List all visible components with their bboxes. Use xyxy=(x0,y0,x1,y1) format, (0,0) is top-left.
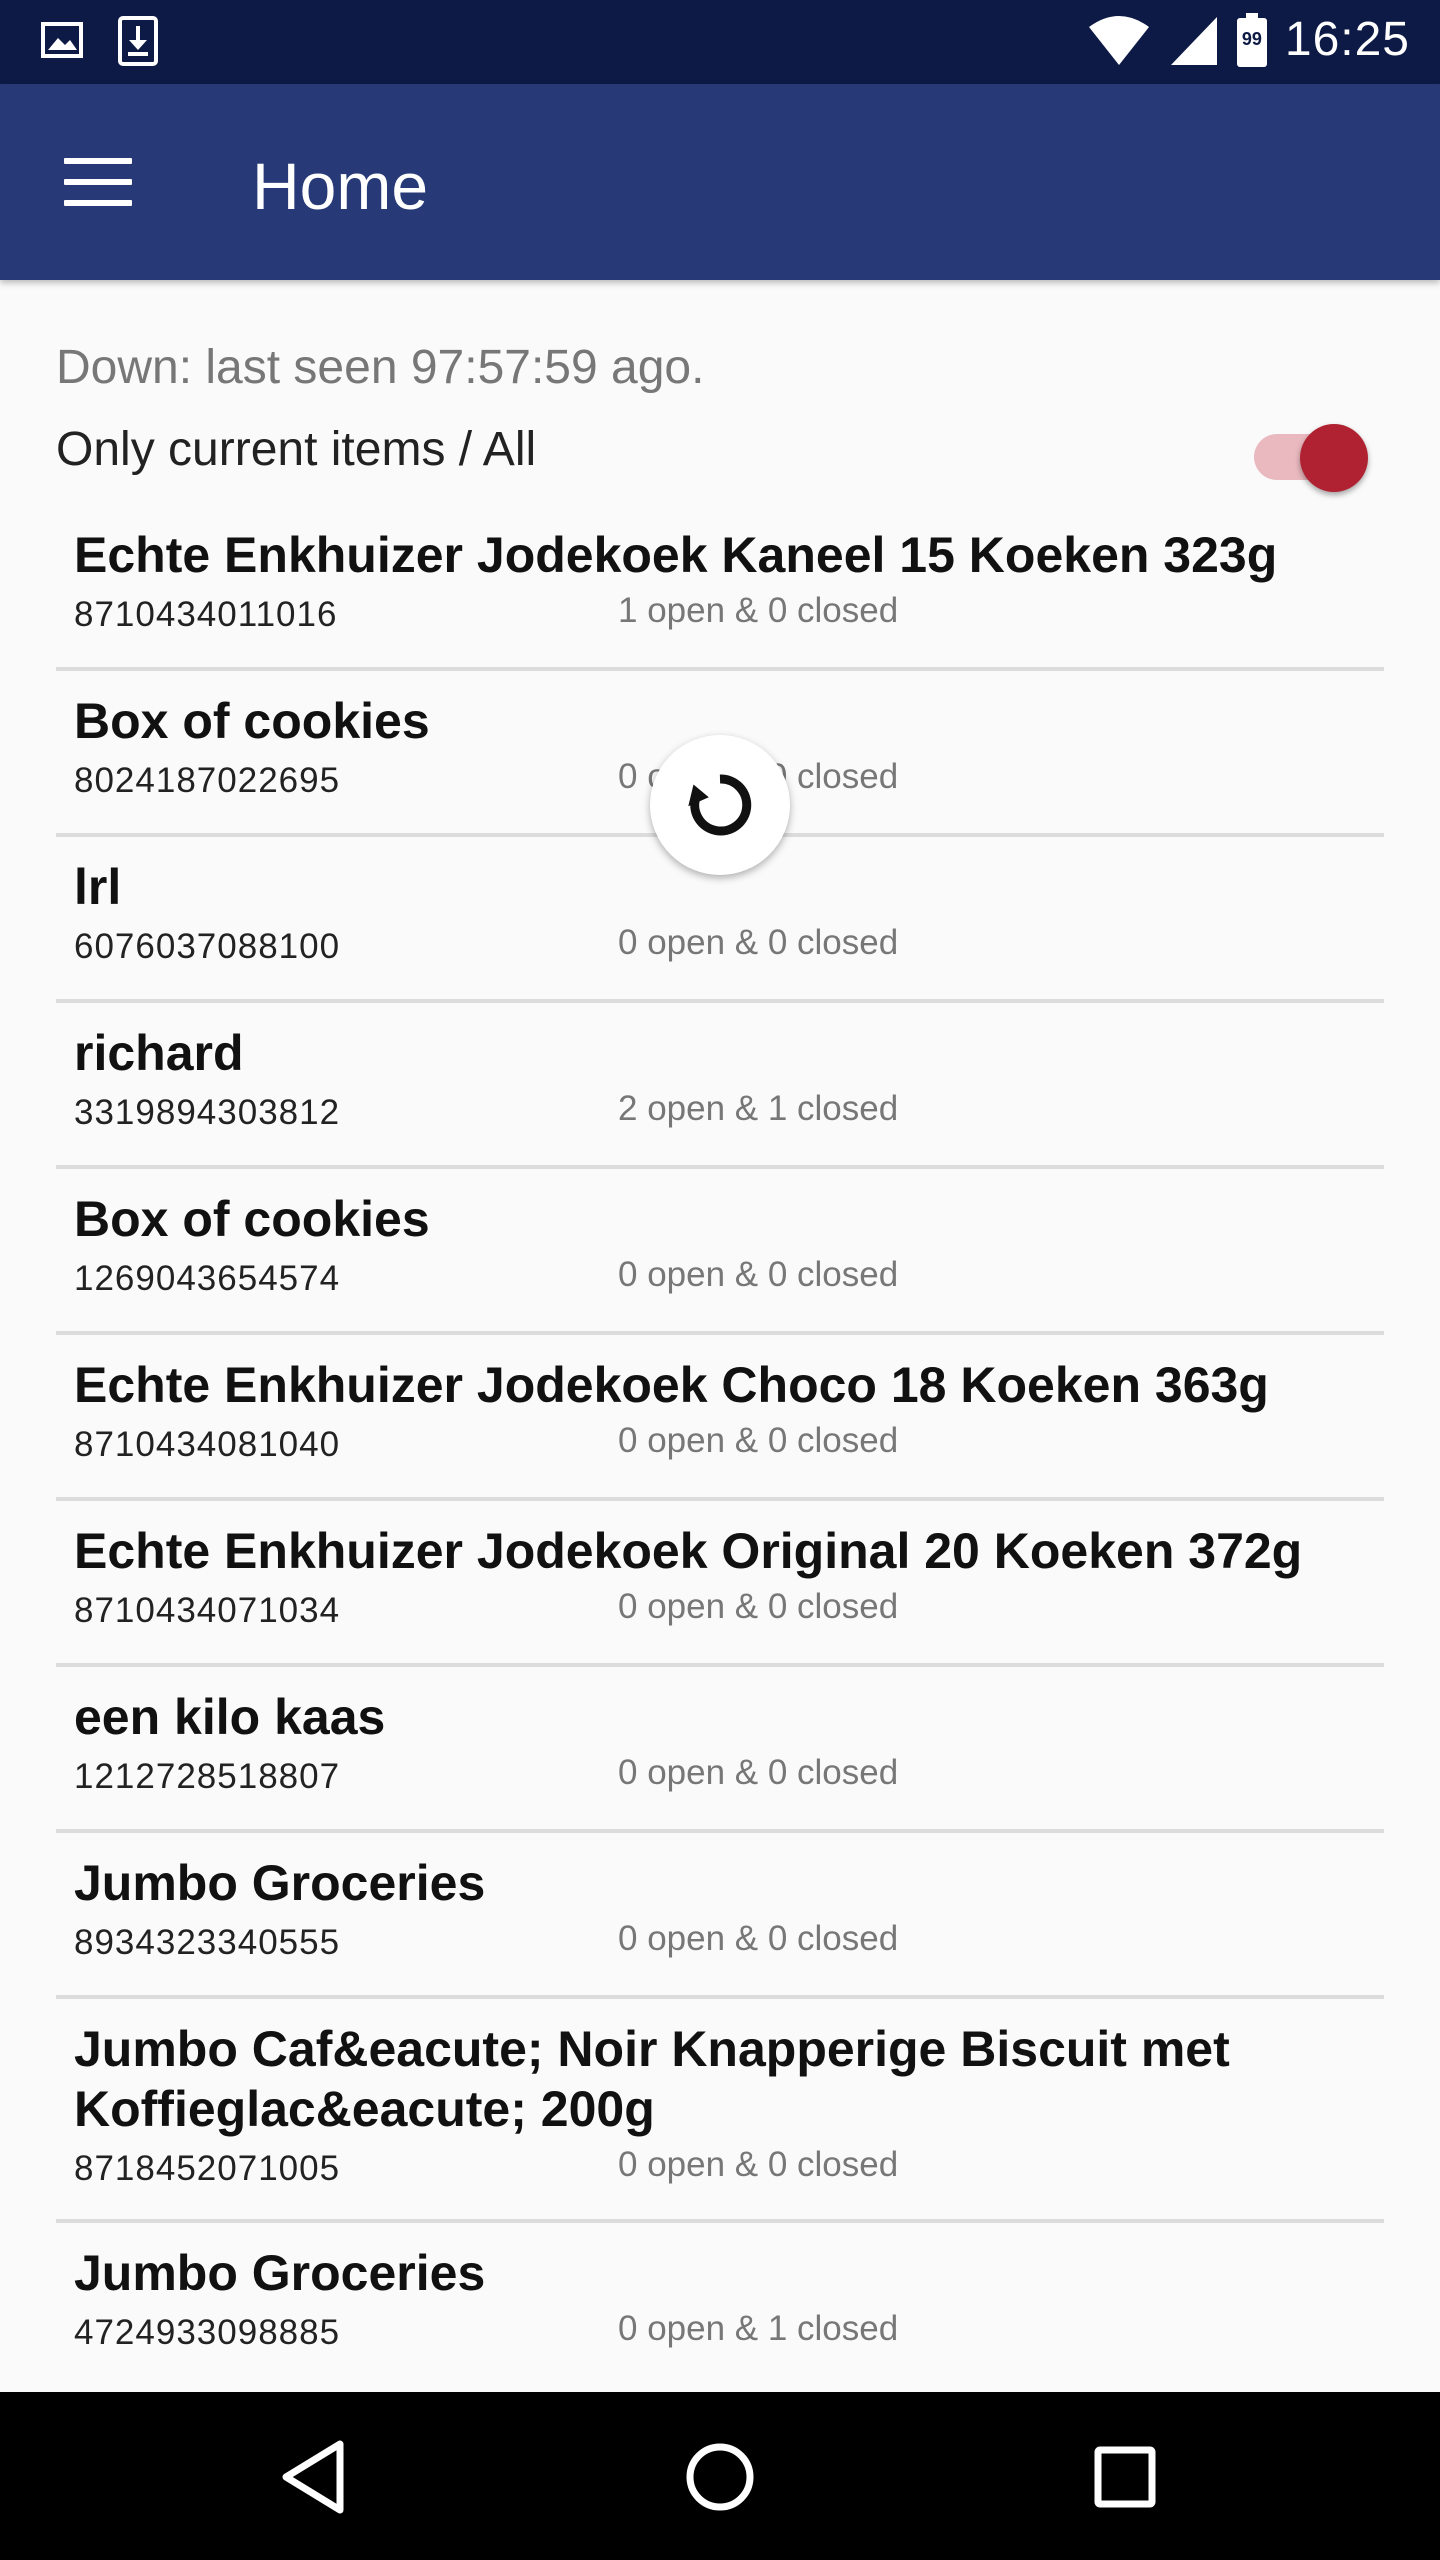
list-item[interactable]: Echte Enkhuizer Jodekoek Original 20 Koe… xyxy=(56,1501,1384,1667)
filter-label: Only current items / All xyxy=(56,423,537,476)
battery-icon: 99 xyxy=(1236,12,1267,67)
item-count: 0 open & 0 closed xyxy=(618,1421,899,1460)
item-name: Jumbo Groceries xyxy=(74,2245,486,2301)
download-icon xyxy=(118,16,158,66)
item-barcode: 1212728518807 xyxy=(74,1757,341,1796)
item-barcode: 8718452071005 xyxy=(74,2149,341,2188)
refresh-indicator xyxy=(650,735,790,875)
list-item[interactable]: Box of cookies 1269043654574 0 open & 0 … xyxy=(56,1169,1384,1335)
status-bar: 99 16:25 xyxy=(0,0,1440,84)
signal-icon xyxy=(1170,16,1217,65)
toggle-thumb xyxy=(1300,424,1368,492)
item-count: 0 open & 0 closed xyxy=(618,1919,899,1958)
item-name: richard xyxy=(74,1025,244,1081)
item-name: Echte Enkhuizer Jodekoek Original 20 Koe… xyxy=(74,1523,1303,1579)
item-count: 0 open & 0 closed xyxy=(618,1753,899,1792)
item-barcode: 8710434011016 xyxy=(74,595,338,634)
wifi-icon xyxy=(1088,15,1149,65)
home-icon[interactable] xyxy=(675,2432,765,2522)
item-barcode: 1269043654574 xyxy=(74,1259,341,1298)
list-item[interactable]: richard 3319894303812 2 open & 1 closed xyxy=(56,1003,1384,1169)
item-barcode: 6076037088100 xyxy=(74,927,341,966)
item-count: 0 open & 1 closed xyxy=(618,2309,899,2348)
item-barcode: 4724933098885 xyxy=(74,2313,341,2352)
item-name: Box of cookies xyxy=(74,1191,430,1247)
connection-status: Down: last seen 97:57:59 ago. xyxy=(56,341,705,394)
list-item[interactable]: Echte Enkhuizer Jodekoek Choco 18 Koeken… xyxy=(56,1335,1384,1501)
refresh-icon xyxy=(688,774,752,836)
item-barcode: 8710434071034 xyxy=(74,1591,341,1630)
list-item[interactable]: Jumbo Caf&eacute; Noir Knapperige Biscui… xyxy=(56,1999,1384,2223)
item-name: Echte Enkhuizer Jodekoek Choco 18 Koeken… xyxy=(74,1357,1269,1413)
system-nav-bar xyxy=(0,2392,1440,2560)
image-icon xyxy=(41,22,83,58)
item-count: 0 open & 0 closed xyxy=(618,2145,899,2184)
item-count: 0 open & 0 closed xyxy=(618,1255,899,1294)
item-barcode: 8024187022695 xyxy=(74,761,341,800)
list-item[interactable]: Echte Enkhuizer Jodekoek Kaneel 15 Koeke… xyxy=(56,505,1384,671)
app-toolbar: Home xyxy=(0,84,1440,280)
item-count: 2 open & 1 closed xyxy=(618,1089,899,1128)
item-barcode: 8710434081040 xyxy=(74,1425,341,1464)
item-name: Echte Enkhuizer Jodekoek Kaneel 15 Koeke… xyxy=(74,527,1278,583)
current-items-toggle[interactable] xyxy=(1254,414,1372,492)
item-count: 0 open & 0 closed xyxy=(618,923,899,962)
item-name: Jumbo Groceries xyxy=(74,1855,486,1911)
clock: 16:25 xyxy=(1284,13,1410,66)
battery-level: 99 xyxy=(1241,28,1262,49)
list-item[interactable]: Jumbo Groceries 4724933098885 0 open & 1… xyxy=(56,2223,1384,2385)
item-name: een kilo kaas xyxy=(74,1689,386,1745)
list-item[interactable]: een kilo kaas 1212728518807 0 open & 0 c… xyxy=(56,1667,1384,1833)
item-barcode: 3319894303812 xyxy=(74,1093,341,1132)
item-name: Jumbo Caf&eacute; Noir Knapperige Biscui… xyxy=(74,2021,1230,2137)
back-icon[interactable] xyxy=(270,2432,360,2522)
hamburger-menu-icon[interactable] xyxy=(64,158,132,208)
item-count: 1 open & 0 closed xyxy=(618,591,899,630)
item-count: 0 open & 0 closed xyxy=(618,1587,899,1626)
recents-icon[interactable] xyxy=(1080,2432,1170,2522)
list-item[interactable]: Jumbo Groceries 8934323340555 0 open & 0… xyxy=(56,1833,1384,1999)
page-title: Home xyxy=(252,149,429,223)
item-barcode: 8934323340555 xyxy=(74,1923,341,1962)
